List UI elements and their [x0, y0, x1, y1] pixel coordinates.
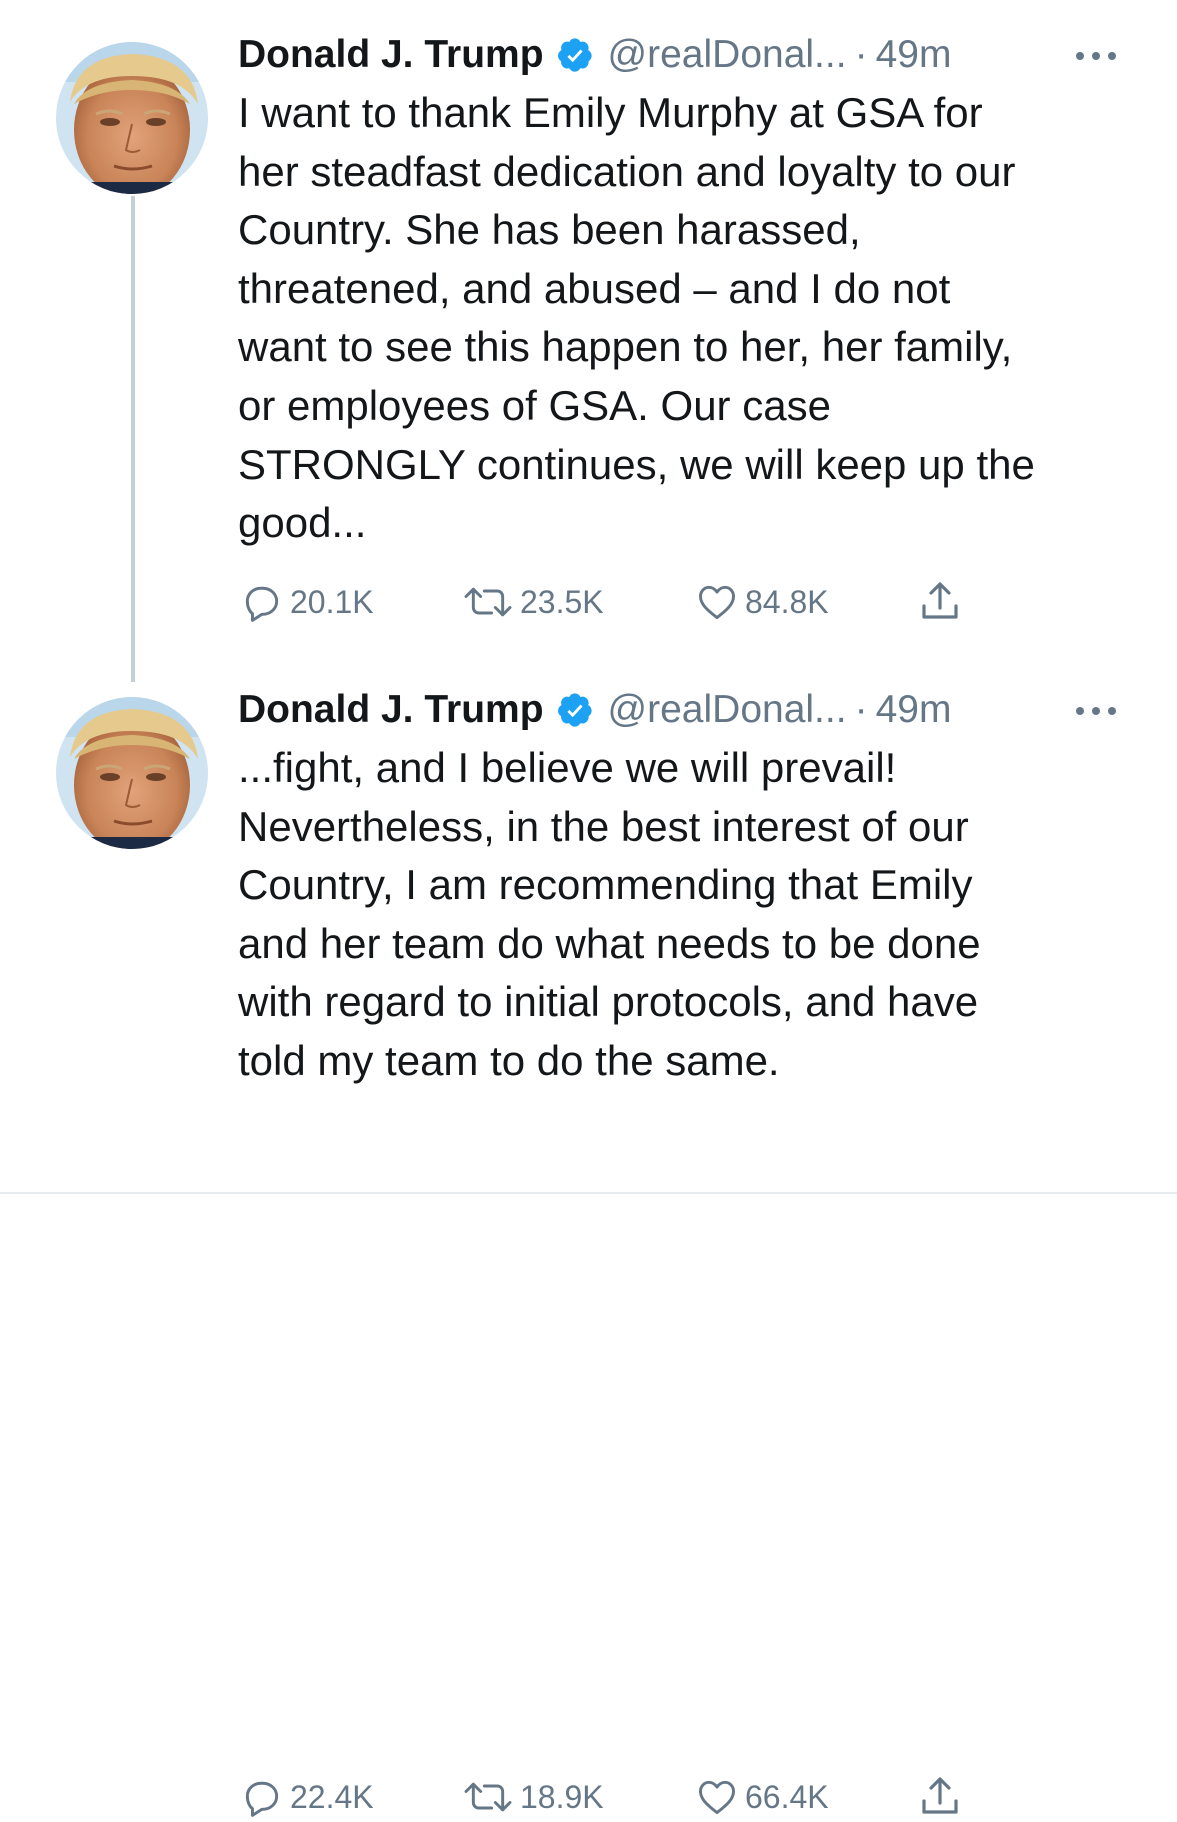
tweet-header: Donald J. Trump @realDonal... · 49m [238, 685, 951, 735]
tweet-text-line: with regard to initial protocols, and ha… [238, 978, 979, 1026]
verified-badge-icon [556, 691, 594, 729]
share-icon [922, 582, 958, 619]
divider [0, 1192, 1177, 1194]
verified-badge-icon [556, 36, 594, 74]
reply-count: 20.1K [290, 583, 374, 620]
like-count: 66.4K [745, 1778, 829, 1815]
tweet-text-line: want to see this happen to her, her fami… [238, 323, 1013, 371]
retweet-count: 18.9K [520, 1778, 604, 1815]
tweet-text-line: or employees of GSA. Our case [238, 381, 831, 429]
tweet-text-line: and her team do what needs to be done [238, 919, 981, 967]
more-horizontal-icon[interactable] [1074, 699, 1118, 723]
tweet-text-line: good... [238, 499, 367, 547]
retweet-button[interactable]: 18.9K [462, 1772, 604, 1822]
thread-connector-line [131, 196, 135, 682]
retweet-icon [464, 1782, 512, 1812]
tweet-text-line: ...fight, and I believe we will prevail! [238, 744, 897, 791]
display-name[interactable]: Donald J. Trump [238, 33, 544, 77]
reply-button[interactable]: 20.1K [240, 577, 374, 627]
heart-icon [699, 585, 735, 620]
more-horizontal-icon[interactable] [1074, 44, 1118, 68]
separator: · [854, 688, 868, 731]
share-button[interactable] [916, 577, 964, 627]
like-button[interactable]: 66.4K [695, 1772, 829, 1822]
reply-count: 22.4K [290, 1778, 374, 1815]
display-name[interactable]: Donald J. Trump [238, 688, 544, 732]
separator: · [854, 33, 868, 76]
tweet-text-line: Country. She has been harassed, [238, 206, 861, 254]
reply-button[interactable]: 22.4K [240, 1772, 374, 1822]
tweet-text: I want to thank Emily Murphy at GSA for … [238, 84, 1138, 553]
tweet-text-line: her steadfast dedication and loyalty to … [238, 147, 1016, 195]
tweet-actions: 22.4K 18.9K 66.4K [240, 1772, 1000, 1822]
tweet-text-line: Country, I am recommending that Emily [238, 861, 973, 909]
retweet-count: 23.5K [520, 583, 604, 620]
like-count: 84.8K [745, 583, 829, 620]
reply-icon [245, 1781, 279, 1817]
timestamp[interactable]: 49m [876, 33, 952, 77]
timestamp[interactable]: 49m [876, 688, 952, 732]
like-button[interactable]: 84.8K [695, 577, 829, 627]
share-button[interactable] [916, 1772, 964, 1822]
handle[interactable]: @realDonal... [608, 33, 847, 77]
share-icon [922, 1777, 958, 1814]
handle[interactable]: @realDonal... [608, 688, 847, 732]
tweet-text-line: I want to thank Emily Murphy at GSA for [238, 89, 983, 136]
tweet-actions: 20.1K 23.5K 84.8K [240, 577, 1000, 627]
reply-icon [245, 586, 279, 622]
tweet-text-line: threatened, and abused – and I do not [238, 264, 951, 312]
heart-icon [699, 1780, 735, 1815]
tweet-text-line: told my team to do the same. [238, 1036, 780, 1084]
tweet-text-line: STRONGLY continues, we will keep up the [238, 440, 1035, 488]
avatar[interactable] [56, 42, 208, 194]
tweet-text: ...fight, and I believe we will prevail!… [238, 739, 1138, 1091]
tweet-text-line: Nevertheless, in the best interest of ou… [238, 802, 969, 850]
avatar[interactable] [56, 697, 208, 849]
tweet-header: Donald J. Trump @realDonal... · 49m [238, 30, 951, 80]
retweet-button[interactable]: 23.5K [462, 577, 604, 627]
retweet-icon [464, 587, 512, 617]
